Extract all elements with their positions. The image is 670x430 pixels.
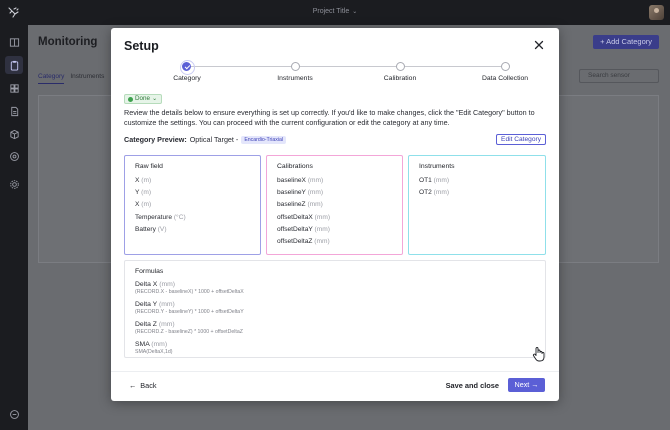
list-item: Y (m) bbox=[135, 189, 152, 197]
formula-item: SMA (mm) SMA(DeltaX,1d) bbox=[135, 341, 244, 361]
avatar[interactable] bbox=[649, 5, 664, 20]
target-icon[interactable] bbox=[8, 150, 20, 162]
formula-expression: (RECORD.X - baselineX) * 1000 + offsetDe… bbox=[135, 289, 244, 295]
formulas-list: Delta X (mm) (RECORD.X - baselineX) * 10… bbox=[135, 281, 244, 361]
formulas-title: Formulas bbox=[135, 268, 164, 275]
review-description: Review the details below to ensure every… bbox=[124, 108, 535, 128]
step-calibration-indicator[interactable] bbox=[396, 62, 405, 71]
modal-title: Setup bbox=[124, 39, 159, 53]
add-category-button[interactable]: + Add Category bbox=[593, 35, 659, 49]
step-connector bbox=[300, 66, 396, 67]
formula-name: Delta Y bbox=[135, 301, 158, 308]
edit-category-button[interactable]: Edit Category bbox=[496, 134, 546, 145]
hand-cursor-icon bbox=[532, 347, 545, 362]
tab-instruments[interactable]: Instruments bbox=[70, 73, 104, 80]
instruments-list: OT1 (mm) OT2 (mm) bbox=[419, 177, 449, 201]
page-tabs: Category Instruments bbox=[38, 73, 110, 84]
formula-item: Delta X (mm) (RECORD.X - baselineX) * 10… bbox=[135, 281, 244, 301]
back-button[interactable]: ← Back bbox=[129, 381, 157, 390]
step-connector bbox=[405, 66, 501, 67]
page-title: Monitoring bbox=[38, 36, 98, 48]
back-button-label: Back bbox=[140, 381, 157, 390]
list-item: OT1 (mm) bbox=[419, 177, 450, 184]
step-instruments-indicator[interactable] bbox=[291, 62, 300, 71]
chevron-down-icon: ⌄ bbox=[152, 96, 158, 102]
formula-expression: SMA(DeltaX,1d) bbox=[135, 349, 173, 355]
list-item: offsetDeltaX (mm) bbox=[277, 213, 331, 221]
list-item: offsetDeltaY (mm) bbox=[277, 225, 330, 233]
formula-unit: (mm) bbox=[158, 301, 175, 308]
tab-category[interactable]: Category bbox=[38, 73, 65, 84]
list-item: OT2 (mm) bbox=[419, 189, 450, 197]
list-item: Battery (V) bbox=[135, 225, 167, 233]
chat-icon[interactable] bbox=[8, 408, 20, 420]
formula-unit: (mm) bbox=[159, 281, 176, 288]
search-input[interactable]: Search sensor bbox=[579, 69, 659, 83]
step-data-collection-label[interactable]: Data Collection bbox=[470, 75, 540, 82]
cube-icon[interactable] bbox=[8, 128, 20, 140]
formula-name: Delta X bbox=[135, 281, 158, 288]
step-category-indicator[interactable] bbox=[180, 60, 195, 75]
footer-divider bbox=[111, 371, 559, 372]
step-connector bbox=[191, 66, 291, 67]
sidebar bbox=[0, 25, 28, 430]
document-icon[interactable] bbox=[8, 105, 20, 117]
formulas-card: Formulas Delta X (mm) (RECORD.X - baseli… bbox=[124, 260, 546, 358]
list-item: Temperature (°C) bbox=[135, 213, 186, 221]
formula-unit: (mm) bbox=[158, 321, 175, 328]
list-item: X (m) bbox=[135, 201, 152, 209]
raw-field-title: Raw field bbox=[135, 163, 163, 170]
formula-expression: (RECORD.Y - baselineY) * 1000 + offsetDe… bbox=[135, 309, 244, 315]
raw-field-card: Raw field X (m) Y (m) X (m) Temperature … bbox=[124, 155, 261, 255]
category-preview-value: Optical Target - bbox=[189, 135, 239, 144]
raw-field-list: X (m) Y (m) X (m) Temperature (°C) Batte… bbox=[135, 177, 186, 238]
clipboard-icon[interactable] bbox=[5, 56, 23, 74]
list-item: baselineY (mm) bbox=[277, 189, 324, 197]
project-title-dropdown[interactable]: Project Title ⌄ bbox=[0, 8, 670, 15]
list-item: offsetDeltaZ (mm) bbox=[277, 237, 330, 245]
calibrations-card: Calibrations baselineX (mm) baselineY (m… bbox=[266, 155, 403, 255]
list-item: X (m) bbox=[135, 177, 152, 184]
next-button-label: Next bbox=[514, 380, 530, 389]
status-badge-label: Done bbox=[135, 95, 151, 102]
step-instruments-label[interactable]: Instruments bbox=[260, 75, 330, 82]
formula-name: SMA bbox=[135, 341, 150, 348]
category-preview-label: Category Preview: bbox=[124, 135, 187, 144]
setup-modal: Setup Category Instruments Calibration D… bbox=[111, 28, 559, 401]
arrow-left-icon: ← bbox=[129, 381, 137, 390]
step-calibration-label[interactable]: Calibration bbox=[365, 75, 435, 82]
formula-item: Delta Z (mm) (RECORD.Z - baselineZ) * 10… bbox=[135, 321, 244, 341]
formula-name: Delta Z bbox=[135, 321, 157, 328]
list-item: baselineZ (mm) bbox=[277, 201, 323, 209]
save-and-close-button[interactable]: Save and close bbox=[446, 381, 499, 390]
grid-icon[interactable] bbox=[8, 82, 20, 94]
category-preview: Category Preview: Optical Target - Encar… bbox=[124, 135, 287, 144]
formula-unit: (mm) bbox=[151, 341, 168, 348]
top-bar: Project Title ⌄ bbox=[0, 0, 670, 25]
instruments-card: Instruments OT1 (mm) OT2 (mm) bbox=[408, 155, 546, 255]
arrow-right-icon: → bbox=[531, 380, 539, 389]
gear-icon[interactable] bbox=[8, 178, 20, 190]
step-data-collection-indicator[interactable] bbox=[501, 62, 510, 71]
instruments-title: Instruments bbox=[419, 163, 455, 170]
formula-item: Delta Y (mm) (RECORD.Y - baselineY) * 10… bbox=[135, 301, 244, 321]
close-icon[interactable] bbox=[534, 40, 544, 50]
chevron-down-icon: ⌄ bbox=[352, 9, 358, 15]
next-button[interactable]: Next → bbox=[508, 378, 545, 392]
category-preview-tag: Encardio-Triaxial bbox=[241, 135, 287, 144]
calibrations-title: Calibrations bbox=[277, 163, 313, 170]
stepper: Category Instruments Calibration Data Co… bbox=[124, 60, 546, 88]
list-item: baselineX (mm) bbox=[277, 177, 324, 184]
formula-expression: (RECORD.Z - baselineZ) * 1000 + offsetDe… bbox=[135, 329, 243, 335]
calibrations-list: baselineX (mm) baselineY (mm) baselineZ … bbox=[277, 177, 330, 250]
book-icon[interactable] bbox=[8, 36, 20, 48]
step-category-label[interactable]: Category bbox=[152, 75, 222, 82]
check-icon bbox=[128, 96, 133, 102]
status-badge[interactable]: Done ⌄ bbox=[124, 94, 163, 104]
project-title-label: Project Title bbox=[312, 8, 350, 15]
